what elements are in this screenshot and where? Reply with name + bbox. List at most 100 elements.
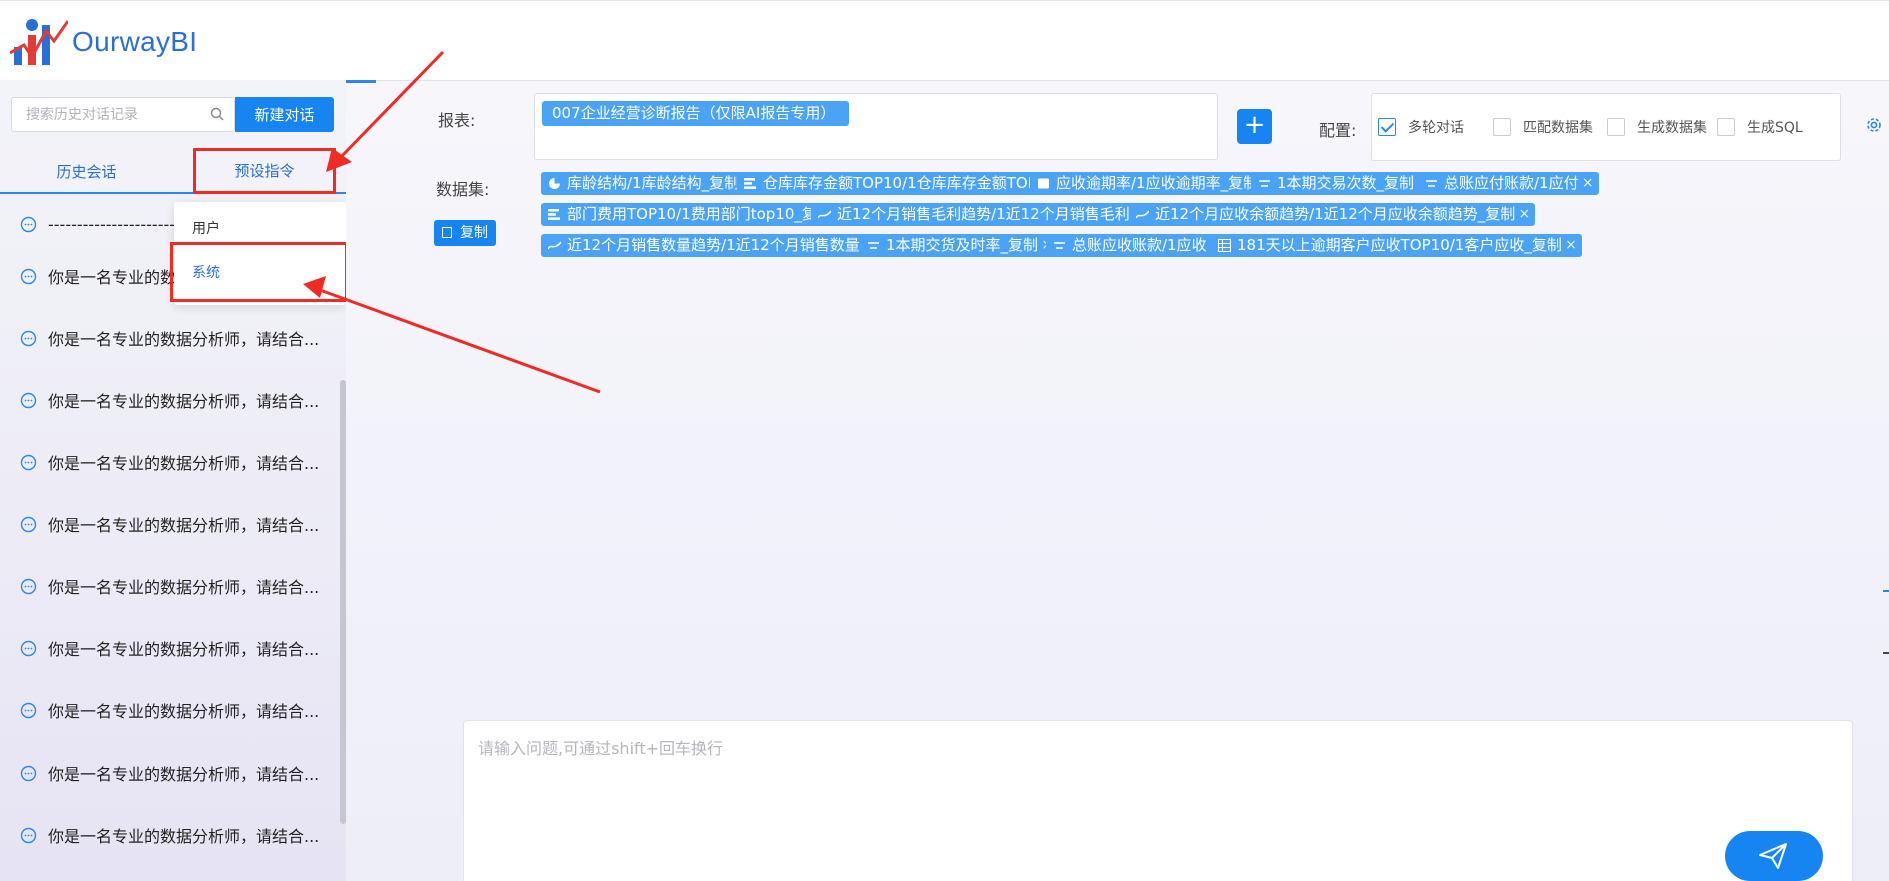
config-option-label: 多轮对话 — [1408, 120, 1464, 136]
question-box — [463, 720, 1853, 881]
active-indicator — [346, 80, 376, 83]
config-option[interactable]: 多轮对话 — [1378, 117, 1464, 137]
dropdown-item-system[interactable]: 系统 — [192, 262, 220, 282]
logo-text: OurwayBI — [72, 26, 198, 57]
sidebar-tabs: 历史会话 预设指令 — [0, 148, 346, 194]
history-item[interactable]: 你是一名专业的数据分析师，请结合... — [20, 447, 330, 477]
report-select[interactable]: 007企业经营诊断报告（仅限AI报告专用） — [534, 93, 1218, 160]
preset-dropdown: 用户 系统 — [170, 202, 348, 305]
send-button[interactable] — [1725, 831, 1823, 881]
report-tag[interactable]: 007企业经营诊断报告（仅限AI报告专用） — [542, 101, 850, 126]
dataset-tag[interactable]: 近12个月销售数量趋势/1近12个月销售数量趋势× — [541, 234, 910, 257]
dataset-tag[interactable]: 应收逾期率/1应收逾期率_复制× — [1030, 172, 1279, 195]
close-icon[interactable]: × — [1582, 172, 1594, 195]
checkbox[interactable] — [1717, 118, 1735, 136]
chat-icon — [20, 702, 37, 718]
tab-history[interactable]: 历史会话 — [0, 152, 173, 192]
close-icon[interactable]: × — [1519, 203, 1531, 226]
dataset-tag-label: 仓库库存金额TOP10/1仓库库存金额TOP10 — [763, 174, 1056, 192]
dataset-tag[interactable]: 1本期交易次数_复制× — [1251, 172, 1435, 195]
history-item-label: 你是一名专业的数据分析师，请结合... — [48, 330, 320, 349]
dataset-tag-label: 1本期交货及时率_复制 — [886, 236, 1039, 254]
kpi-icon — [1259, 180, 1270, 187]
edge-mark — [1883, 652, 1889, 654]
new-chat-button[interactable]: 新建对话 — [235, 97, 334, 132]
config-label: 配置: — [1319, 121, 1357, 140]
dropdown-item-user[interactable]: 用户 — [192, 218, 220, 238]
checkbox[interactable] — [1607, 118, 1625, 136]
chat-icon — [20, 640, 37, 656]
kpi-icon — [1054, 242, 1065, 249]
line-icon — [548, 241, 561, 250]
config-option[interactable]: 生成数据集 — [1607, 117, 1707, 137]
dataset-tag-label: 应收逾期率/1应收逾期率_复制 — [1056, 174, 1259, 192]
history-item-label: 你是一名专业的数据分析师，请结合... — [48, 702, 320, 721]
card-icon — [1038, 178, 1049, 189]
report-label: 报表: — [438, 111, 476, 130]
dataset-tag[interactable]: 总账应收账款/1应收× — [1046, 234, 1227, 257]
history-item[interactable]: 你是一名专业的数据分析师，请结合... — [20, 820, 330, 850]
dataset-tag-label: 近12个月销售毛利趋势/1近12个月销售毛利趋势 — [837, 205, 1160, 223]
logo-icon — [10, 19, 68, 65]
config-option[interactable]: 生成SQL — [1717, 117, 1803, 137]
history-item[interactable]: 你是一名专业的数据分析师，请结合... — [20, 509, 330, 539]
config-option-label: 匹配数据集 — [1523, 120, 1593, 136]
copy-button[interactable]: 复制 — [434, 220, 496, 246]
history-item[interactable]: 你是一名专业的数据分析师，请结合... — [20, 323, 330, 353]
history-item[interactable]: 你是一名专业的数据分析师，请结合... — [20, 571, 330, 601]
history-item[interactable]: 你是一名专业的数据分析师，请结合... — [20, 695, 330, 725]
app-header: OurwayBI — [0, 0, 1889, 80]
config-option[interactable]: 匹配数据集 — [1493, 117, 1593, 137]
copy-label: 复制 — [460, 225, 488, 241]
history-item[interactable]: 你是一名专业的数据分析师，请结合... — [20, 385, 330, 415]
dataset-tag[interactable]: 近12个月应收余额趋势/1近12个月应收余额趋势_复制 × — [1129, 203, 1536, 226]
history-item[interactable]: 你是一名专业的数据分析师，请结合... — [20, 758, 330, 788]
dataset-tags: 库龄结构/1库龄结构_复制×仓库库存金额TOP10/1仓库库存金额TOP10×应… — [534, 172, 1884, 340]
history-item[interactable]: 你是一名专业的数据分析师，请结合... — [20, 633, 330, 663]
divider — [346, 80, 1889, 81]
table-icon — [1218, 239, 1231, 252]
dataset-tag[interactable]: 仓库库存金额TOP10/1仓库库存金额TOP10× — [737, 172, 1076, 195]
dataset-label: 数据集: — [436, 180, 490, 199]
tab-preset[interactable]: 预设指令 — [193, 148, 336, 194]
dataset-tag[interactable]: 总账应付账款/1应付 × — [1418, 172, 1599, 195]
pie-icon — [549, 178, 560, 189]
history-item-label: 你是一名专业的数据分析师，请结合... — [48, 765, 320, 784]
dataset-tag[interactable]: 181天以上逾期客户应收TOP10/1客户应收_复制 × — [1211, 234, 1582, 257]
gear-icon[interactable] — [1866, 117, 1882, 133]
checkbox[interactable] — [1493, 118, 1511, 136]
search-box — [11, 97, 235, 132]
dataset-tag[interactable]: 部门费用TOP10/1费用部门top10_复制× — [541, 203, 852, 226]
config-option-label: 生成数据集 — [1637, 120, 1707, 136]
checkbox[interactable] — [1378, 118, 1396, 136]
logo[interactable]: OurwayBI — [10, 17, 197, 67]
copy-icon — [442, 227, 452, 238]
send-icon — [1759, 843, 1787, 869]
kpi-icon — [1426, 180, 1437, 187]
dataset-tag[interactable]: 近12个月销售毛利趋势/1近12个月销售毛利趋势× — [811, 203, 1180, 226]
chat-icon — [20, 765, 37, 781]
history-item-label: 你是一名专业的数据分析师，请结合... — [48, 640, 320, 659]
history-item-label: 你是一名专业的数据分析师，请结合... — [48, 392, 320, 411]
config-options: 多轮对话 匹配数据集 生成数据集 生成SQL — [1371, 93, 1841, 161]
chat-icon — [20, 578, 37, 594]
search-icon[interactable] — [210, 107, 224, 121]
add-report-button[interactable]: + — [1237, 109, 1272, 144]
chat-icon — [20, 454, 37, 470]
dataset-tag[interactable]: 1本期交货及时率_复制× — [860, 234, 1059, 257]
line-icon — [818, 210, 831, 219]
history-item-label: 你是一名专业的数据分析师，请结合... — [48, 516, 320, 535]
edge-mark — [1883, 590, 1889, 592]
dataset-tag[interactable]: 库龄结构/1库龄结构_复制× — [541, 172, 760, 195]
chat-icon — [20, 827, 37, 843]
history-item-label: 你是一名专业的数据分析师，请结合... — [48, 578, 320, 597]
dataset-tag-label: 近12个月销售数量趋势/1近12个月销售数量趋势 — [567, 236, 890, 254]
chat-icon — [20, 268, 37, 284]
search-input[interactable] — [12, 98, 202, 131]
close-icon[interactable]: × — [1565, 234, 1577, 257]
dataset-tag-label: 总账应收账款/1应收 — [1072, 236, 1207, 254]
dataset-tag-label: 部门费用TOP10/1费用部门top10_复制 — [567, 205, 832, 223]
bar-icon — [744, 178, 756, 189]
question-input[interactable] — [464, 721, 1852, 881]
history-item-label: 你是一名专业的数据分析师，请结合... — [48, 454, 320, 473]
